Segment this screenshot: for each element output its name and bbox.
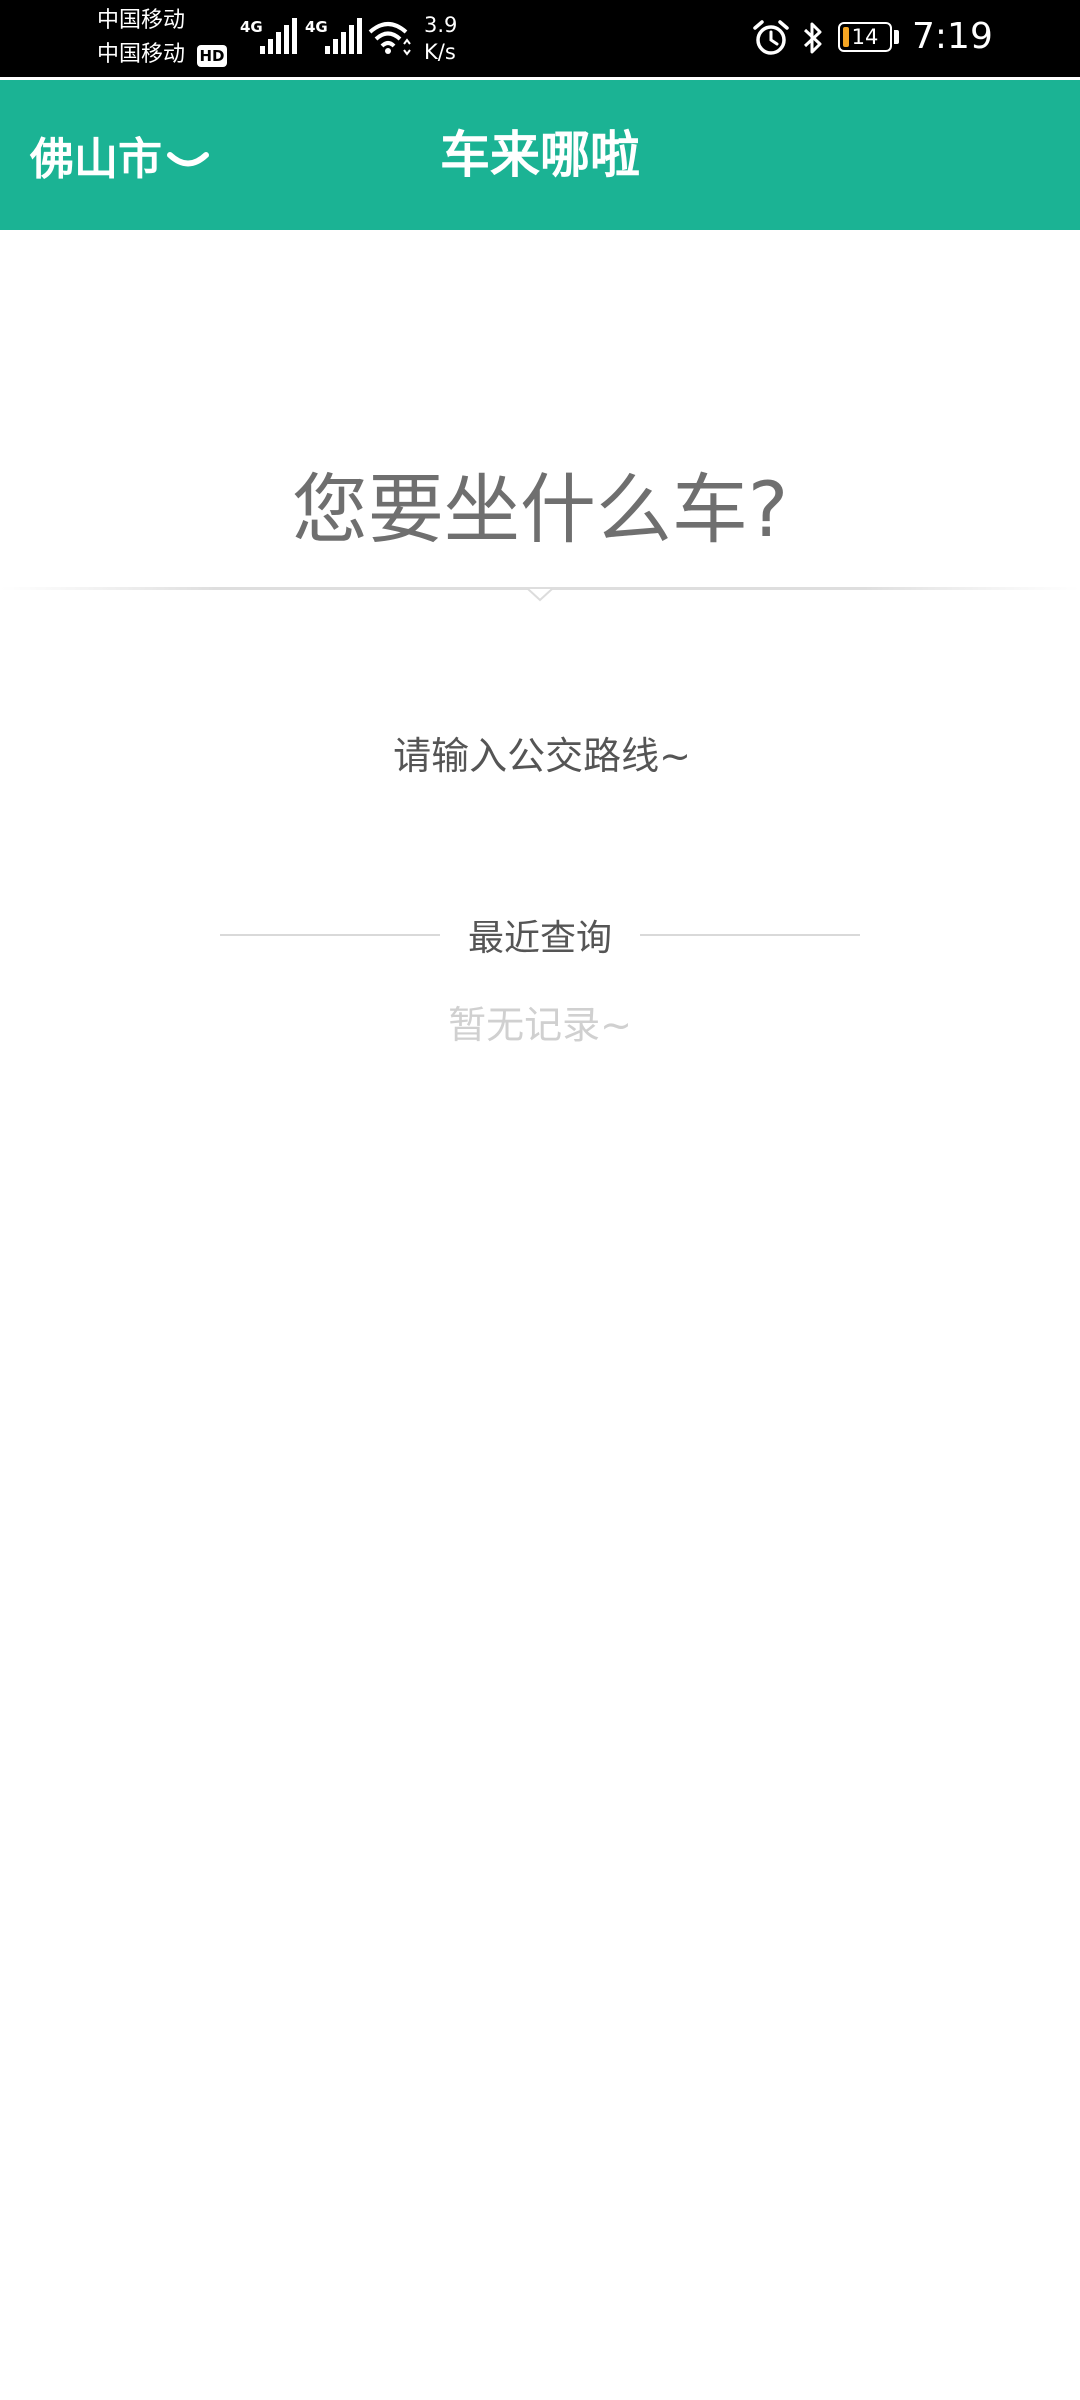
hd-badge: HD (197, 45, 227, 67)
question-heading: 您要坐什么车? (291, 465, 789, 554)
signal-icon (260, 18, 297, 54)
network-speed: 3.9 K/s (424, 12, 457, 66)
alarm-icon (753, 20, 789, 55)
carrier-name-primary: 中国移动 (97, 8, 186, 33)
route-search-input[interactable] (140, 715, 944, 797)
signal-icon (325, 18, 362, 54)
page-title: 车来哪啦 (440, 126, 640, 184)
question-divider (0, 587, 1080, 602)
empty-history-text: 暂无记录~ (448, 1003, 632, 1047)
divider-line-left (220, 934, 440, 936)
screen: 中国移动 中国移动 HD 4G 4G 3.9 K/s 14 7:19 佛山市 车… (0, 0, 1080, 2400)
app-header: 佛山市 车来哪啦 (0, 80, 1080, 230)
status-bar: 中国移动 中国移动 HD 4G 4G 3.9 K/s 14 7:19 (0, 0, 1080, 77)
status-time: 7:19 (912, 16, 993, 57)
bluetooth-icon (803, 22, 822, 54)
battery-level: 14 (851, 25, 879, 49)
network-speed-unit: K/s (424, 40, 456, 64)
network-speed-value: 3.9 (424, 13, 458, 37)
recent-queries-header: 最近查询 (220, 905, 861, 965)
battery-icon: 14 (838, 22, 892, 52)
divider-line-right (640, 934, 861, 936)
carrier-name-secondary: 中国移动 (97, 42, 186, 67)
wifi-icon (368, 22, 411, 56)
battery-cap (894, 30, 899, 44)
recent-queries-title: 最近查询 (468, 918, 613, 959)
